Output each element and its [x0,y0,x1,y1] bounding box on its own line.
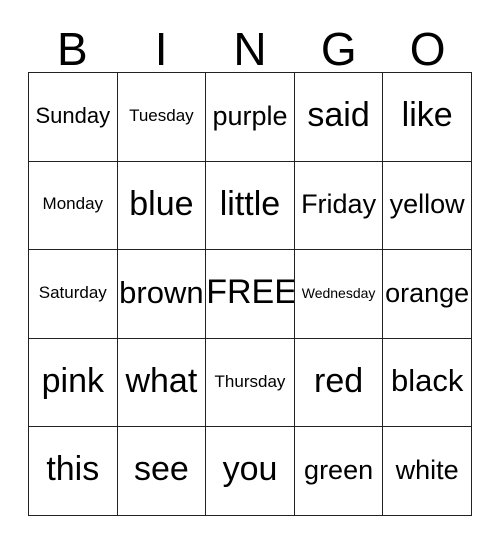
bingo-cell-label: Friday [301,189,377,220]
bingo-row: Saturday brown FREE! Wednesday orange [29,250,472,339]
bingo-header-letter: O [409,23,446,76]
bingo-cell[interactable]: white [383,427,472,516]
bingo-cell-label: Tuesday [129,105,194,125]
bingo-row: this see you green white [29,427,472,516]
bingo-cell-label: this [46,450,100,489]
bingo-cell-label: white [395,455,459,485]
bingo-cell[interactable]: Friday [294,161,384,251]
bingo-cell[interactable]: purple [206,73,295,162]
bingo-cell-label: Monday [42,194,104,214]
bingo-cell-label: little [219,184,281,223]
bingo-free-space-cell[interactable]: FREE! [206,250,295,339]
bingo-header-letter: N [233,23,267,76]
bingo-cell-label: black [390,363,464,399]
bingo-cell-label: yellow [389,189,465,220]
bingo-cell-label: said [307,95,370,134]
bingo-cell[interactable]: Sunday [29,73,118,162]
bingo-cell[interactable]: blue [117,161,207,251]
bingo-cell[interactable]: Monday [29,161,118,251]
bingo-cell[interactable]: black [383,338,472,428]
bingo-header-cell-o: O [383,16,472,72]
bingo-row: Monday blue little Friday yellow [29,161,472,251]
bingo-cell[interactable]: red [294,338,384,428]
bingo-grid: Sunday Tuesday purple said like Monday b… [28,72,472,516]
bingo-cell[interactable]: orange [383,250,472,339]
bingo-cell[interactable]: pink [29,338,118,428]
bingo-cell-label: what [125,361,198,400]
bingo-header: B I N G O [28,16,472,72]
bingo-cell-label: Wednesday [301,284,376,301]
bingo-cell-label: blue [129,184,194,223]
bingo-cell[interactable]: what [117,338,207,428]
bingo-cell-label: Saturday [38,283,107,303]
bingo-header-letter: B [57,23,88,76]
bingo-header-cell-b: B [28,16,117,72]
bingo-row: Sunday Tuesday purple said like [29,73,472,162]
bingo-cell[interactable]: Wednesday [294,250,384,339]
bingo-cell-label: green [304,455,374,485]
bingo-cell[interactable]: like [383,73,472,162]
bingo-cell[interactable]: you [206,427,295,516]
bingo-row: pink what Thursday red black [29,338,472,428]
bingo-cell[interactable]: little [206,161,295,251]
bingo-cell[interactable]: see [117,427,207,516]
bingo-cell-label: you [222,450,278,489]
bingo-cell[interactable]: said [294,73,384,162]
bingo-header-cell-g: G [294,16,383,72]
bingo-cell-label: pink [41,361,104,400]
bingo-cell-label: like [401,95,453,134]
bingo-header-letter: I [154,23,168,76]
bingo-cell[interactable]: brown [117,250,207,339]
bingo-cell-label: brown [119,274,204,310]
bingo-cell-label: orange [385,277,470,308]
bingo-header-letter: G [320,23,357,76]
bingo-cell-label: purple [212,100,288,131]
bingo-header-cell-n: N [206,16,295,72]
bingo-cell-label: Sunday [35,103,111,129]
bingo-cell[interactable]: this [29,427,118,516]
bingo-cell-label: red [314,361,364,400]
bingo-header-cell-i: I [117,16,206,72]
bingo-cell[interactable]: Thursday [206,338,295,428]
bingo-cell-label: Thursday [214,371,286,391]
bingo-cell[interactable]: green [294,427,384,516]
bingo-card: B I N G O Sunday Tuesday purple said lik… [28,16,472,516]
bingo-cell[interactable]: Saturday [29,250,118,339]
bingo-cell[interactable]: yellow [383,161,472,251]
bingo-cell-label: see [133,450,189,489]
bingo-cell[interactable]: Tuesday [117,73,207,162]
bingo-free-space-label: FREE! [206,273,295,312]
